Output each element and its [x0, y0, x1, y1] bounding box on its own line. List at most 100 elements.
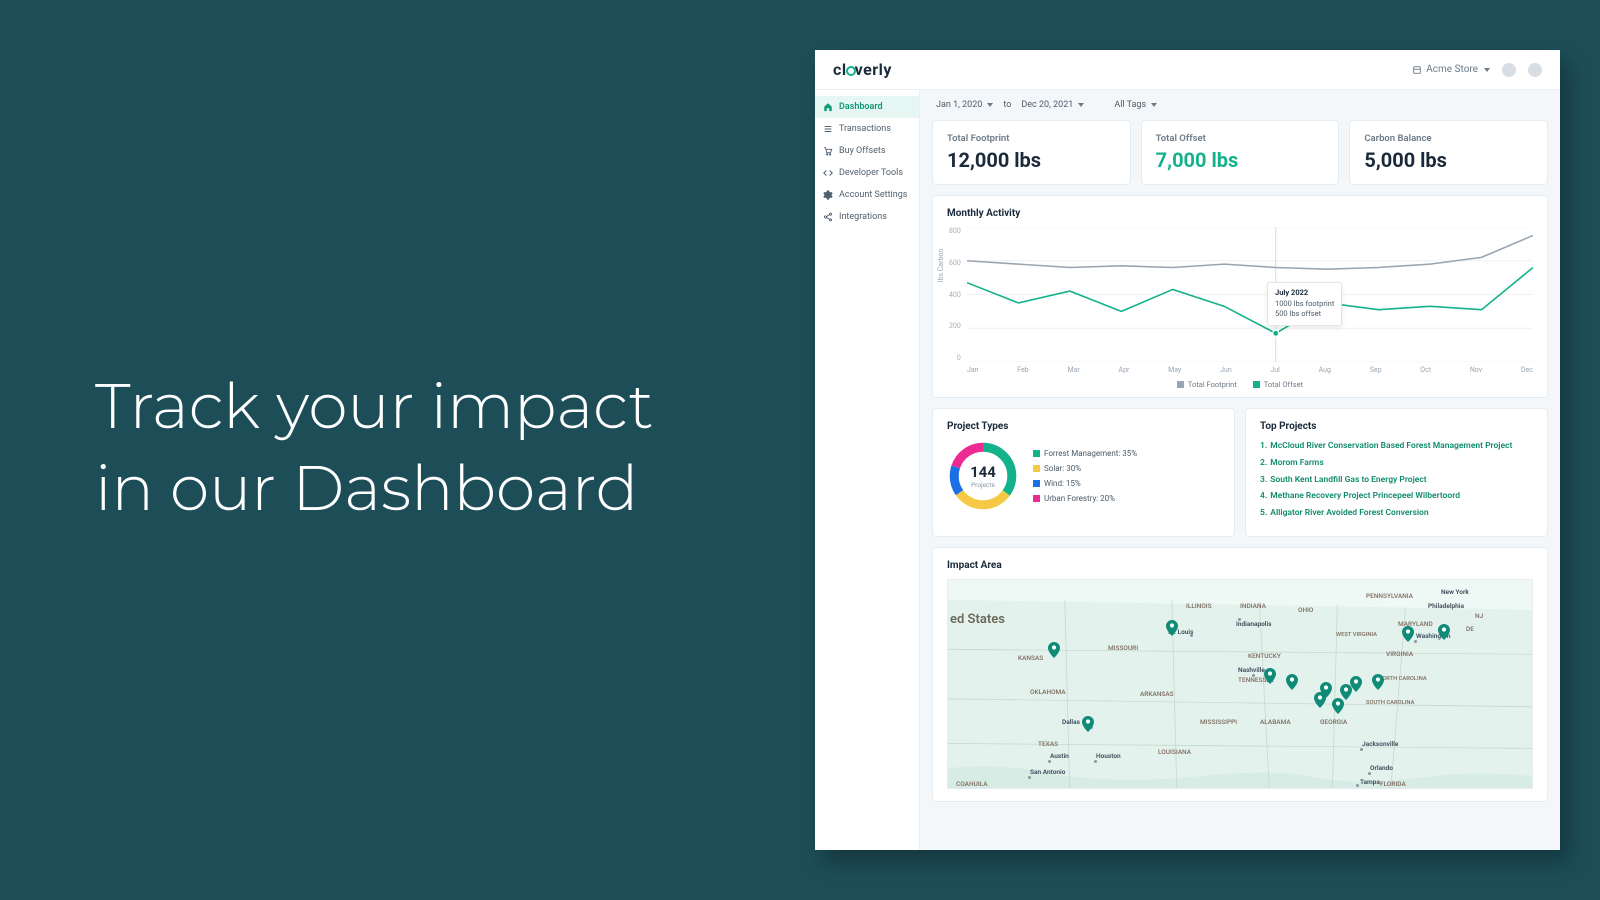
- stat-value: 5,000 lbs: [1364, 148, 1533, 172]
- map-pin-icon[interactable]: [1320, 682, 1332, 698]
- sidebar-item-developer-tools[interactable]: Developer Tools: [815, 162, 919, 184]
- org-icon: [1412, 65, 1422, 75]
- filter-bar: Jan 1, 2020 to Dec 20, 2021 All Tags: [932, 90, 1548, 120]
- map-pin-icon[interactable]: [1372, 674, 1384, 690]
- chevron-down-icon: [1151, 103, 1157, 107]
- map-label: Austin: [1050, 752, 1069, 760]
- sidebar-nav: Dashboard Transactions Buy Offsets Devel…: [815, 90, 920, 850]
- map-label: San Antonio: [1030, 768, 1065, 776]
- top-project-item[interactable]: 2.Morom Farms: [1260, 457, 1533, 470]
- impact-area-card: Impact Area ed States KANSAS: [932, 547, 1548, 802]
- map-label: ed States: [950, 612, 1005, 627]
- chevron-down-icon: [1484, 68, 1490, 72]
- map-label: LOUISIANA: [1158, 748, 1191, 756]
- map-label: OHIO: [1298, 606, 1313, 614]
- top-project-item[interactable]: 5.Alligator River Avoided Forest Convers…: [1260, 507, 1533, 520]
- date-from-picker[interactable]: Jan 1, 2020: [936, 100, 993, 110]
- sidebar-item-account-settings[interactable]: Account Settings: [815, 184, 919, 206]
- sidebar-item-integrations[interactable]: Integrations: [815, 206, 919, 228]
- legend-item: Wind: 15%: [1033, 479, 1137, 488]
- legend-swatch-icon: [1253, 381, 1260, 388]
- donut-count: 144: [970, 463, 996, 481]
- map-label: MISSISSIPPI: [1200, 718, 1237, 726]
- chart-tooltip: July 2022 1000 lbs footprint 500 lbs off…: [1267, 282, 1342, 326]
- account-switcher[interactable]: Acme Store: [1412, 64, 1490, 75]
- top-projects-card: Top Projects 1.McCloud River Conservatio…: [1245, 408, 1548, 537]
- topbar: clverly Acme Store: [815, 50, 1560, 90]
- sidebar-label: Buy Offsets: [839, 146, 886, 156]
- top-project-item[interactable]: 3.South Kent Landfill Gas to Energy Proj…: [1260, 474, 1533, 487]
- account-name: Acme Store: [1426, 64, 1478, 75]
- legend-item: Solar: 30%: [1033, 464, 1137, 473]
- date-to-picker[interactable]: Dec 20, 2021: [1021, 100, 1084, 110]
- map-label: MISSOURI: [1108, 644, 1138, 652]
- card-title: Impact Area: [947, 560, 1533, 571]
- chevron-down-icon: [1078, 103, 1084, 107]
- map-label: COAHUILA: [956, 780, 988, 788]
- project-types-card: Project Types 144 Projects: [932, 408, 1235, 537]
- map-label: Philadelphia: [1428, 602, 1464, 610]
- map-label: VIRGINIA: [1386, 650, 1413, 658]
- map-pin-icon[interactable]: [1350, 676, 1362, 692]
- tags-value: All Tags: [1114, 100, 1146, 110]
- tooltip-line-1: 1000 lbs footprint: [1275, 299, 1334, 308]
- dashboard-app-window: clverly Acme Store Dashboard Transaction…: [815, 50, 1560, 850]
- map-pin-icon[interactable]: [1286, 674, 1298, 690]
- map-label: Orlando: [1370, 764, 1393, 772]
- chart-legend: Total Footprint Total Offset: [947, 380, 1533, 389]
- map-label: GEORGIA: [1320, 718, 1347, 726]
- map-label: ARKANSAS: [1140, 690, 1174, 698]
- map-label: Indianapolis: [1236, 620, 1272, 628]
- avatar[interactable]: [1528, 63, 1542, 77]
- legend-item: Urban Forestry: 20%: [1033, 494, 1137, 503]
- sidebar-item-buy-offsets[interactable]: Buy Offsets: [815, 140, 919, 162]
- map-label: OKLAHOMA: [1030, 688, 1066, 696]
- tooltip-line-2: 500 lbs offset: [1275, 309, 1321, 318]
- card-title: Top Projects: [1260, 421, 1533, 432]
- map-label: PENNSYLVANIA: [1366, 592, 1413, 600]
- tags-filter[interactable]: All Tags: [1114, 100, 1157, 110]
- stat-card-balance: Carbon Balance 5,000 lbs: [1349, 120, 1548, 185]
- map-label: Jacksonville: [1362, 740, 1398, 748]
- chevron-down-icon: [987, 103, 993, 107]
- sidebar-item-transactions[interactable]: Transactions: [815, 118, 919, 140]
- stat-value: 12,000 lbs: [947, 148, 1116, 172]
- top-project-item[interactable]: 4.Methane Recovery Project Princepeel Wi…: [1260, 490, 1533, 503]
- logo-mark-icon: [846, 66, 856, 76]
- card-title: Monthly Activity: [947, 208, 1533, 219]
- map-pin-icon[interactable]: [1048, 642, 1060, 658]
- card-title: Project Types: [947, 421, 1220, 432]
- map-label: FLORIDA: [1380, 780, 1406, 788]
- hero-line-2: in our Dashboard: [95, 447, 654, 529]
- sidebar-label: Dashboard: [839, 102, 883, 112]
- project-types-legend: Forrest Management: 35% Solar: 30% Wind:…: [1033, 449, 1137, 503]
- tooltip-title: July 2022: [1275, 288, 1308, 297]
- sidebar-label: Account Settings: [839, 190, 907, 200]
- legend-swatch-icon: [1033, 495, 1040, 502]
- list-icon: [823, 124, 833, 134]
- chart-x-ticks: JanFebMarAprMayJunJulAugSepOctNovDec: [967, 366, 1533, 374]
- map-label: ILLINOIS: [1186, 602, 1212, 610]
- map-pin-icon[interactable]: [1166, 620, 1178, 636]
- map-label: Dallas: [1062, 718, 1080, 726]
- date-separator: to: [1003, 100, 1011, 110]
- impact-area-map[interactable]: ed States KANSAS MISSOURI ILLINOIS INDIA…: [947, 579, 1533, 789]
- hero-line-1: Track your impact: [95, 365, 654, 447]
- map-label: Houston: [1096, 752, 1121, 760]
- sidebar-item-dashboard[interactable]: Dashboard: [815, 96, 919, 118]
- legend-swatch-icon: [1177, 381, 1184, 388]
- map-pin-icon[interactable]: [1402, 626, 1414, 642]
- map-pin-icon[interactable]: [1264, 668, 1276, 684]
- activity-chart: lbs Carbon 8006004002000 July 2022 1000 …: [967, 227, 1533, 362]
- top-project-item[interactable]: 1.McCloud River Conservation Based Fores…: [1260, 440, 1533, 453]
- map-label: NORTH CAROLINA: [1378, 676, 1427, 682]
- gear-icon: [823, 190, 833, 200]
- map-pin-icon[interactable]: [1438, 624, 1450, 640]
- map-label: NJ: [1475, 612, 1483, 620]
- help-icon[interactable]: [1502, 63, 1516, 77]
- map-pin-icon[interactable]: [1082, 716, 1094, 732]
- chart-y-axis-label: lbs Carbon: [937, 248, 945, 282]
- map-pin-icon[interactable]: [1332, 698, 1344, 714]
- map-label: Tampa: [1360, 778, 1380, 786]
- legend-swatch-icon: [1033, 465, 1040, 472]
